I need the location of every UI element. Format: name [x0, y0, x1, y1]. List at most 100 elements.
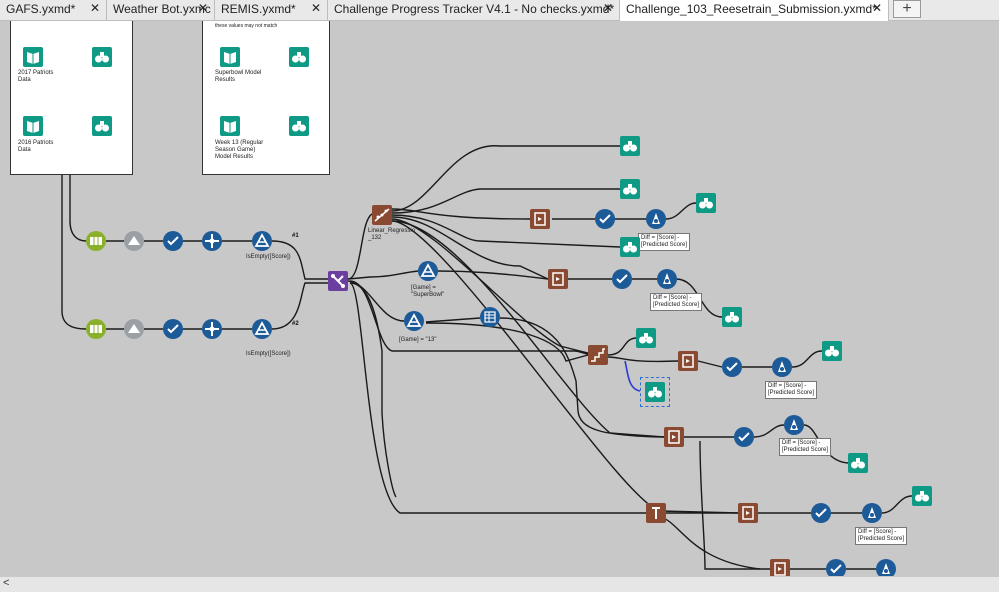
formula-tool-1[interactable] [646, 209, 666, 229]
tab-challenge-103[interactable]: Challenge_103_Reesetrain_Submission.yxmd… [620, 0, 889, 21]
tab-label: Challenge Progress Tracker V4.1 - No che… [334, 2, 615, 16]
browse-tool-2017[interactable] [92, 47, 112, 67]
browse-tool-f2[interactable] [722, 307, 742, 327]
browse-week13-results[interactable] [289, 116, 309, 136]
formula-tool-2[interactable] [657, 269, 677, 289]
formula-label-5: Diff = [Score] - [Predicted Score] [855, 527, 908, 545]
score-tool-1[interactable] [530, 209, 550, 229]
browse-icon [848, 453, 868, 473]
container-left[interactable]: 2017 Patriots Data 2016 Patriots Data [10, 21, 133, 175]
tab-label: GAFS.yxmd* [6, 2, 76, 16]
browse-tool-f4[interactable] [848, 453, 868, 473]
crosstab-tool-2[interactable] [202, 319, 222, 339]
browse-tool-lr3[interactable] [620, 237, 640, 257]
score-tool-4[interactable] [664, 427, 684, 447]
input-data-tool-2017[interactable] [23, 47, 43, 67]
select-tool-6[interactable] [734, 427, 754, 447]
filter-13-tool[interactable] [404, 311, 424, 331]
browse-superbowl-results[interactable] [289, 47, 309, 67]
select-tool-1[interactable] [163, 231, 183, 251]
crosstab-tool-1[interactable] [202, 231, 222, 251]
text-to-columns-tool-1[interactable] [86, 231, 106, 251]
multi-row-tool-1[interactable] [124, 231, 144, 251]
browse-icon [620, 237, 640, 257]
union-tool[interactable] [328, 271, 348, 291]
workflow-canvas[interactable]: 2017 Patriots Data 2016 Patriots Data th… [0, 21, 999, 576]
formula-tool-4[interactable] [784, 415, 804, 435]
select-tool-5[interactable] [722, 357, 742, 377]
select-icon [163, 231, 183, 251]
summarize-icon [124, 319, 144, 339]
select-tool-3[interactable] [595, 209, 615, 229]
filter-tool-1[interactable] [252, 231, 272, 251]
score-icon [548, 269, 568, 289]
score-tool-5[interactable] [738, 503, 758, 523]
filter-13-label: [Game] = "13" [399, 337, 437, 343]
formula-tool-6[interactable] [876, 559, 896, 576]
container-right[interactable]: these values may not match Superbowl Mod… [202, 21, 330, 175]
browse-tool-f1[interactable] [696, 193, 716, 213]
formula-tool-5[interactable] [862, 503, 882, 523]
append-icon [646, 503, 666, 523]
browse-tool-f5[interactable] [912, 486, 932, 506]
close-icon[interactable]: ✕ [90, 1, 100, 15]
tab-weather-bot[interactable]: Weather Bot.yxmc ✕ [107, 0, 215, 20]
formula-icon [772, 357, 792, 377]
horizontal-scrollbar[interactable]: < [0, 576, 999, 592]
browse-tool-lr1[interactable] [620, 136, 640, 156]
select-tool-4[interactable] [612, 269, 632, 289]
close-icon[interactable]: ✕ [311, 1, 321, 15]
crosstab-icon [202, 231, 222, 251]
close-icon[interactable]: ✕ [872, 1, 882, 15]
summarize-icon [480, 307, 500, 327]
filter-icon [252, 231, 272, 251]
formula-tool-3[interactable] [772, 357, 792, 377]
scroll-left-arrow[interactable]: < [3, 577, 9, 589]
tab-remis[interactable]: REMIS.yxmd* ✕ [215, 0, 328, 20]
browse-icon [620, 136, 640, 156]
browse-tool-selected[interactable] [645, 382, 665, 402]
anchor-2: #2 [292, 321, 299, 327]
input-week13-results[interactable] [220, 116, 240, 136]
add-tab-button[interactable]: + [893, 0, 921, 18]
browse-tool-f3[interactable] [822, 341, 842, 361]
tab-label: Weather Bot.yxmc [113, 2, 211, 16]
browse-tool-2016[interactable] [92, 116, 112, 136]
text-to-columns-icon [86, 319, 106, 339]
browse-tool-sample[interactable] [636, 328, 656, 348]
select-tool-7[interactable] [811, 503, 831, 523]
select-icon [811, 503, 831, 523]
linear-regression-tool[interactable] [372, 205, 392, 225]
browse-tool-lr2[interactable] [620, 179, 640, 199]
linear-regression-icon [372, 205, 392, 225]
sample-tool[interactable] [588, 345, 608, 365]
browse-icon [645, 382, 665, 402]
score-tool-3[interactable] [678, 351, 698, 371]
tab-challenge-progress[interactable]: Challenge Progress Tracker V4.1 - No che… [328, 0, 620, 20]
text-to-columns-tool-2[interactable] [86, 319, 106, 339]
formula-icon [646, 209, 666, 229]
input-superbowl-results[interactable] [220, 47, 240, 67]
select-icon [163, 319, 183, 339]
multi-row-tool-2[interactable] [124, 319, 144, 339]
connections-layer [43, 56, 913, 570]
filter-label-2: IsEmpty([Score]) [246, 351, 291, 357]
select-tool-2[interactable] [163, 319, 183, 339]
score-tool-6[interactable] [770, 559, 790, 576]
select-icon [612, 269, 632, 289]
append-tool[interactable] [646, 503, 666, 523]
close-icon[interactable]: ✕ [198, 1, 208, 15]
score-tool-2[interactable] [548, 269, 568, 289]
close-icon[interactable]: ✕ [603, 1, 613, 15]
select-tool-8[interactable] [826, 559, 846, 576]
input-data-tool-2016[interactable] [23, 116, 43, 136]
filter-icon [418, 261, 438, 281]
tab-gafs[interactable]: GAFS.yxmd* ✕ [0, 0, 107, 20]
filter-superbowl-tool[interactable] [418, 261, 438, 281]
filter-tool-2[interactable] [252, 319, 272, 339]
score-icon [738, 503, 758, 523]
record-id-tool[interactable] [480, 307, 500, 327]
score-icon [664, 427, 684, 447]
select-icon [734, 427, 754, 447]
anchor-1: #1 [292, 233, 299, 239]
